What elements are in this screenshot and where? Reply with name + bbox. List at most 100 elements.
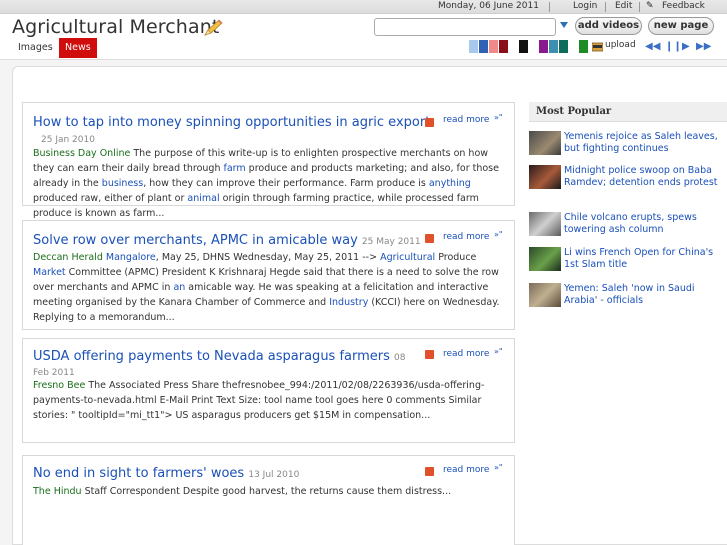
popular-item-title[interactable]: Chile volcano erupts, spews towering ash… — [564, 212, 727, 236]
article-date: 13 Jul 2010 — [248, 470, 300, 480]
article-card: USDA offering payments to Nevada asparag… — [22, 338, 515, 443]
article-card: How to tap into money spinning opportuni… — [22, 102, 515, 219]
article-title[interactable]: Solve row over merchants, APMC in amicab… — [33, 233, 421, 248]
article-card: Solve row over merchants, APMC in amicab… — [22, 220, 515, 330]
pause-icon[interactable]: ❙❙ — [665, 41, 682, 52]
article-title[interactable]: USDA offering payments to Nevada asparag… — [33, 349, 423, 379]
feedback-link[interactable]: Feedback — [662, 1, 705, 11]
popular-item[interactable]: Chile volcano erupts, spews towering ash… — [529, 212, 727, 238]
top-bar: Monday, 06 June 2011 Login Edit ✎ Feedba… — [0, 0, 727, 14]
color-swatch[interactable] — [539, 40, 548, 53]
keyword-link[interactable]: animal — [187, 193, 219, 204]
new-page-button[interactable]: new page — [648, 17, 714, 35]
upload-link[interactable]: upload — [605, 40, 636, 50]
color-swatch[interactable] — [559, 40, 568, 53]
quote-icon: »" — [494, 113, 503, 122]
separator — [639, 2, 640, 12]
keyword-link[interactable]: anything — [429, 178, 471, 189]
article-source[interactable]: Fresno Bee — [33, 380, 85, 391]
popular-item[interactable]: Li wins French Open for China's 1st Slam… — [529, 247, 727, 273]
most-popular-heading: Most Popular — [529, 102, 727, 122]
color-swatch[interactable] — [519, 40, 528, 53]
keyword-link[interactable]: Mangalore — [106, 252, 156, 263]
article-body: Fresno Bee The Associated Press Share th… — [33, 378, 508, 423]
rss-icon[interactable] — [425, 467, 434, 476]
article-title[interactable]: How to tap into money spinning opportuni… — [33, 115, 430, 130]
popular-item[interactable]: Yemen: Saleh 'now in Saudi Arabia' - off… — [529, 283, 727, 309]
popular-item[interactable]: Midnight police swoop on Baba Ramdev; de… — [529, 165, 727, 205]
feedback-icon: ✎ — [646, 1, 654, 11]
color-swatch[interactable] — [479, 40, 488, 53]
body-text: The Associated Press Share thefresnobee_… — [33, 380, 485, 421]
tab-images[interactable]: Images — [12, 38, 59, 58]
article-source[interactable]: The Hindu — [33, 486, 82, 497]
color-swatch[interactable] — [529, 40, 538, 53]
keyword-link[interactable]: an — [173, 282, 185, 293]
rss-icon[interactable] — [425, 234, 434, 243]
body-text: , how they can improve their performance… — [143, 178, 429, 189]
article-body-text: Mangalore, May 25, DHNS Wednesday, May 2… — [33, 252, 500, 323]
search-dropdown-icon[interactable] — [560, 22, 568, 28]
article-body: The Hindu Staff Correspondent Despite go… — [33, 484, 508, 499]
rewind-icon[interactable]: ◀◀ — [645, 41, 660, 52]
color-swatch[interactable] — [579, 40, 588, 53]
news-thumbnail[interactable] — [529, 247, 561, 271]
quote-icon: »" — [494, 347, 503, 356]
login-link[interactable]: Login — [573, 1, 597, 11]
article-title[interactable]: No end in sight to farmers' woes 13 Jul … — [33, 466, 299, 481]
article-body: Deccan Herald Mangalore, May 25, DHNS We… — [33, 250, 508, 325]
rss-icon[interactable] — [425, 118, 434, 127]
quote-icon: »" — [494, 230, 503, 239]
play-icon[interactable]: ▶ — [682, 41, 690, 52]
news-thumbnail[interactable] — [529, 131, 561, 155]
popular-item-title[interactable]: Yemenis rejoice as Saleh leaves, but fig… — [564, 131, 727, 155]
color-swatch[interactable] — [509, 40, 518, 53]
article-body-text: Staff Correspondent Despite good harvest… — [85, 486, 452, 497]
popular-item-title[interactable]: Li wins French Open for China's 1st Slam… — [564, 247, 727, 271]
color-swatch[interactable] — [469, 40, 478, 53]
article-source[interactable]: Deccan Herald — [33, 252, 103, 263]
news-thumbnail[interactable] — [529, 165, 561, 189]
pencil-icon[interactable] — [203, 19, 223, 37]
site-title[interactable]: Agricultural Merchant — [12, 16, 219, 38]
add-videos-button[interactable]: add videos — [575, 17, 642, 35]
rss-icon[interactable] — [425, 350, 434, 359]
upload-icon[interactable] — [592, 41, 603, 52]
popular-item[interactable]: Yemenis rejoice as Saleh leaves, but fig… — [529, 131, 727, 159]
header: Agricultural Merchant add videos new pag… — [0, 14, 727, 60]
fast-forward-icon[interactable]: ▶▶ — [696, 41, 711, 52]
keyword-link[interactable]: Agricultural — [380, 252, 435, 263]
article-source[interactable]: Business Day Online — [33, 148, 130, 159]
article-body: Business Day Online The purpose of this … — [33, 146, 508, 221]
body-text: , May 25, DHNS Wednesday, May 25, 2011 -… — [155, 252, 381, 263]
popular-item-title[interactable]: Yemen: Saleh 'now in Saudi Arabia' - off… — [564, 283, 727, 307]
article-date: 25 May 2011 — [361, 237, 421, 247]
quote-icon: »" — [494, 463, 503, 472]
body-text: Staff Correspondent Despite good harvest… — [84, 486, 452, 497]
body-text: produced raw, either of plant or — [33, 193, 188, 204]
news-thumbnail[interactable] — [529, 283, 561, 307]
article-date: 25 Jan 2010 — [41, 135, 95, 145]
read-more-link[interactable]: read more — [443, 232, 489, 242]
separator — [549, 2, 550, 12]
color-swatch[interactable] — [489, 40, 498, 53]
body-text: Produce — [435, 252, 477, 263]
article-body-text: The Associated Press Share thefresnobee_… — [33, 380, 484, 421]
keyword-link[interactable]: Market — [33, 267, 66, 278]
color-swatch[interactable] — [499, 40, 508, 53]
news-thumbnail[interactable] — [529, 212, 561, 236]
keyword-link[interactable]: farm — [223, 163, 245, 174]
keyword-link[interactable]: Industry — [329, 297, 368, 308]
article-card: No end in sight to farmers' woes 13 Jul … — [22, 455, 515, 545]
search-input[interactable] — [374, 18, 556, 36]
separator — [605, 2, 606, 12]
read-more-link[interactable]: read more — [443, 465, 489, 475]
current-date: Monday, 06 June 2011 — [438, 1, 539, 11]
popular-item-title[interactable]: Midnight police swoop on Baba Ramdev; de… — [564, 165, 727, 189]
color-swatch[interactable] — [549, 40, 558, 53]
keyword-link[interactable]: business — [102, 178, 143, 189]
read-more-link[interactable]: read more — [443, 349, 489, 359]
edit-link[interactable]: Edit — [615, 1, 632, 11]
tab-news[interactable]: News — [59, 38, 97, 58]
read-more-link[interactable]: read more — [443, 115, 489, 125]
